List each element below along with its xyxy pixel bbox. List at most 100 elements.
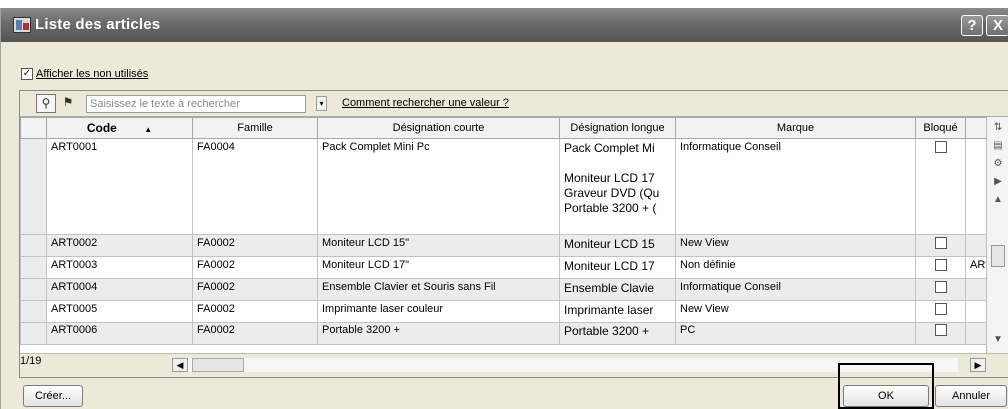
- cell-courte: Pack Complet Mini Pc: [317, 138, 560, 235]
- scroll-right-icon[interactable]: ▶: [970, 358, 986, 372]
- window-title: Liste des articles: [35, 16, 161, 33]
- articles-panel: ⚲ ⚑ Saisissez le texte à rechercher ▾ Co…: [19, 90, 1008, 378]
- cell-longue: Portable 3200 +: [559, 322, 676, 345]
- search-help-link[interactable]: Comment rechercher une valeur ?: [342, 97, 509, 109]
- show-unused-checkbox[interactable]: ✓: [21, 68, 33, 80]
- vertical-scroll-thumb[interactable]: [991, 245, 1005, 267]
- cell-courte: Imprimante laser couleur: [317, 300, 560, 323]
- search-icon[interactable]: ⚲: [36, 94, 56, 113]
- column-header-code[interactable]: Code ▲: [46, 117, 193, 139]
- search-input[interactable]: Saisissez le texte à rechercher: [86, 95, 306, 113]
- table-row[interactable]: ART0003 FA0002 Moniteur LCD 17" Moniteur…: [20, 256, 987, 279]
- cancel-button[interactable]: Annuler: [935, 385, 1007, 407]
- cell-courte: Moniteur LCD 17": [317, 256, 560, 279]
- cell-extra: [965, 322, 987, 345]
- cell-bloque: [915, 322, 966, 345]
- cell-extra: [965, 138, 987, 235]
- blocked-checkbox[interactable]: [934, 141, 947, 153]
- cell-bloque: [915, 278, 966, 301]
- cell-famille: FA0004: [192, 138, 318, 235]
- cell-code: ART0003: [46, 256, 193, 279]
- cell-famille: FA0002: [192, 278, 318, 301]
- articles-table: Code ▲ Famille Désignation courte Désign…: [20, 117, 987, 345]
- column-header-code-label: Code: [86, 121, 117, 135]
- record-counter: 1/19: [20, 355, 42, 367]
- cell-marque: New View: [675, 300, 916, 323]
- column-header-bloque[interactable]: Bloqué: [915, 117, 966, 139]
- cell-longue: Pack Complet Mi Moniteur LCD 17 Graveur …: [559, 138, 676, 235]
- cell-marque: Non définie: [675, 256, 916, 279]
- cell-longue: Moniteur LCD 15: [559, 234, 676, 257]
- scroll-down-icon[interactable]: ▼: [991, 333, 1005, 347]
- cell-extra: [965, 234, 987, 257]
- search-toolbar: ⚲ ⚑ Saisissez le texte à rechercher ▾ Co…: [20, 91, 1008, 117]
- cell-bloque: [915, 138, 966, 235]
- cell-bloque: [915, 234, 966, 257]
- cell-bloque: [915, 300, 966, 323]
- app-icon: [13, 17, 31, 33]
- cell-extra: [965, 300, 987, 323]
- cell-courte: Moniteur LCD 15": [317, 234, 560, 257]
- row-selector[interactable]: [20, 300, 47, 323]
- table-row[interactable]: ART0002 FA0002 Moniteur LCD 15" Moniteur…: [20, 234, 987, 257]
- cell-courte: Portable 3200 +: [317, 322, 560, 345]
- sort-ascending-icon: ▲: [144, 125, 153, 134]
- table-row[interactable]: ART0006 FA0002 Portable 3200 + Portable …: [20, 322, 987, 345]
- column-header-courte[interactable]: Désignation courte: [317, 117, 560, 139]
- cell-longue-line: Graveur DVD (Qu: [564, 186, 660, 200]
- dialog-window: Liste des articles ? X ✓ Afficher les no…: [0, 8, 1008, 409]
- show-unused-row[interactable]: ✓ Afficher les non utilisés: [21, 66, 148, 82]
- cell-longue-line: [564, 156, 671, 171]
- cell-code: ART0002: [46, 234, 193, 257]
- horizontal-scroll-thumb[interactable]: [192, 358, 244, 372]
- filter-icon[interactable]: ⚑: [58, 94, 78, 113]
- cell-extra: ARт: [965, 256, 987, 279]
- blocked-checkbox[interactable]: [934, 259, 947, 271]
- scroll-up-icon[interactable]: ▲: [991, 193, 1005, 207]
- column-header-famille[interactable]: Famille: [192, 117, 318, 139]
- cell-code: ART0006: [46, 322, 193, 345]
- close-button[interactable]: X: [986, 15, 1008, 36]
- table-row[interactable]: ART0005 FA0002 Imprimante laser couleur …: [20, 300, 987, 323]
- title-bar[interactable]: Liste des articles ? X: [1, 8, 1008, 42]
- blocked-checkbox[interactable]: [934, 237, 947, 249]
- column-header-longue[interactable]: Désignation longue: [559, 117, 676, 139]
- cell-code: ART0004: [46, 278, 193, 301]
- blocked-checkbox[interactable]: [934, 281, 947, 293]
- scroll-left-icon[interactable]: ◀: [172, 358, 188, 372]
- row-selector[interactable]: [20, 234, 47, 257]
- cell-code: ART0005: [46, 300, 193, 323]
- table-header-row: Code ▲ Famille Désignation courte Désign…: [20, 117, 987, 139]
- row-selector[interactable]: [20, 322, 47, 345]
- cell-extra: [965, 278, 987, 301]
- cell-longue-line: Pack Complet Mi: [564, 141, 655, 155]
- column-header-extra: [965, 117, 987, 139]
- cell-longue: Ensemble Clavie: [559, 278, 676, 301]
- cell-longue-line: Moniteur LCD 17: [564, 171, 655, 185]
- cell-courte: Ensemble Clavier et Souris sans Fil: [317, 278, 560, 301]
- cell-marque: PC: [675, 322, 916, 345]
- search-dropdown[interactable]: ▾: [316, 96, 327, 111]
- export-icon[interactable]: ▤: [991, 139, 1005, 153]
- cell-marque: New View: [675, 234, 916, 257]
- cell-longue: Moniteur LCD 17: [559, 256, 676, 279]
- cell-famille: FA0002: [192, 234, 318, 257]
- tools-icon[interactable]: ⚙: [991, 157, 1005, 171]
- blocked-checkbox[interactable]: [934, 324, 947, 336]
- row-selector[interactable]: [20, 256, 47, 279]
- cell-bloque: [915, 256, 966, 279]
- blocked-checkbox[interactable]: [934, 303, 947, 315]
- cell-longue-line: Portable 3200 + (: [564, 201, 657, 215]
- column-settings-icon[interactable]: ⇅: [991, 121, 1005, 135]
- help-button[interactable]: ?: [961, 15, 983, 36]
- cell-marque: Informatique Conseil: [675, 138, 916, 235]
- row-selector[interactable]: [20, 138, 47, 235]
- show-unused-label: Afficher les non utilisés: [36, 68, 149, 80]
- column-header-marque[interactable]: Marque: [675, 117, 916, 139]
- row-selector-header: [20, 117, 47, 139]
- row-selector[interactable]: [20, 278, 47, 301]
- table-row[interactable]: ART0001 FA0004 Pack Complet Mini Pc Pack…: [20, 138, 987, 235]
- create-button[interactable]: Créer...: [23, 385, 83, 407]
- play-icon[interactable]: ▶: [991, 175, 1005, 189]
- table-row[interactable]: ART0004 FA0002 Ensemble Clavier et Souri…: [20, 278, 987, 301]
